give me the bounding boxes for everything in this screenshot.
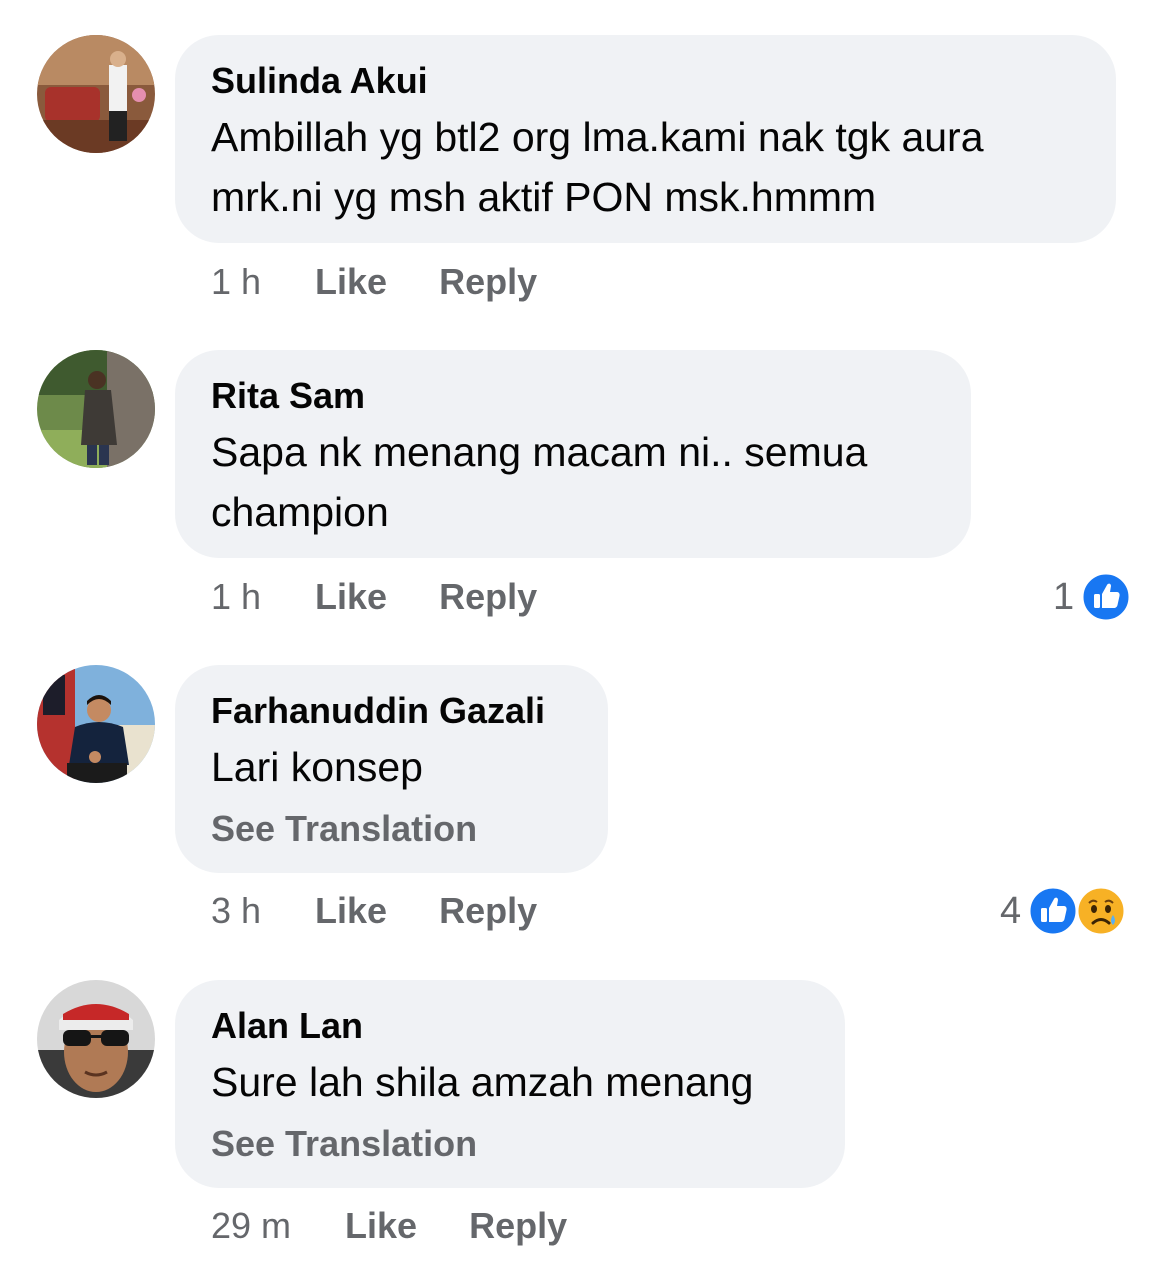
comment-text: Ambillah yg btl2 org lma.kami nak tgk au… xyxy=(211,107,1080,227)
comment-author[interactable]: Sulinda Akui xyxy=(211,59,1080,103)
comment-text-line: mrk.ni yg msh aktif PON msk.hmmm xyxy=(211,174,877,220)
comment-bubble: Sulinda Akui Ambillah yg btl2 org lma.ka… xyxy=(175,35,1116,243)
comment-text-line: Ambillah yg btl2 org lma.kami nak tgk au… xyxy=(211,114,984,160)
like-button[interactable]: Like xyxy=(315,261,387,303)
avatar[interactable] xyxy=(37,35,155,153)
reaction-summary[interactable]: 4 xyxy=(1000,883,1127,939)
comment-actions: 3 h Like Reply xyxy=(211,886,537,936)
avatar[interactable] xyxy=(37,665,155,783)
like-button[interactable]: Like xyxy=(315,576,387,618)
see-translation-link[interactable]: See Translation xyxy=(211,807,572,851)
comment-actions: 1 h Like Reply xyxy=(211,257,537,307)
like-button[interactable]: Like xyxy=(315,890,387,932)
like-button[interactable]: Like xyxy=(345,1205,417,1247)
comment-author[interactable]: Alan Lan xyxy=(211,1004,809,1048)
like-icon xyxy=(1080,571,1132,623)
comment-text: Sapa nk menang macam ni.. semua champion xyxy=(211,422,935,542)
comment-author[interactable]: Rita Sam xyxy=(211,374,935,418)
comment-timestamp[interactable]: 1 h xyxy=(211,576,261,618)
comment-text: Lari konsep xyxy=(211,737,572,797)
reaction-summary[interactable]: 1 xyxy=(1053,569,1132,625)
avatar[interactable] xyxy=(37,980,155,1098)
see-translation-link[interactable]: See Translation xyxy=(211,1122,809,1166)
comment-text-line: Sapa nk menang macam ni.. semua xyxy=(211,429,868,475)
reaction-count: 1 xyxy=(1053,575,1075,618)
comment-actions: 1 h Like Reply xyxy=(211,572,537,622)
reply-button[interactable]: Reply xyxy=(439,576,537,618)
comment-timestamp[interactable]: 1 h xyxy=(211,261,261,303)
comment-bubble: Alan Lan Sure lah shila amzah menang See… xyxy=(175,980,845,1188)
reaction-count: 4 xyxy=(1000,889,1022,932)
comment-timestamp[interactable]: 29 m xyxy=(211,1205,291,1247)
comment-text-line: Lari konsep xyxy=(211,744,423,790)
comment-text: Sure lah shila amzah menang xyxy=(211,1052,809,1112)
comment-actions: 29 m Like Reply xyxy=(211,1201,567,1251)
comment-text-line: Sure lah shila amzah menang xyxy=(211,1059,754,1105)
comment-author[interactable]: Farhanuddin Gazali xyxy=(211,689,572,733)
comment-bubble: Rita Sam Sapa nk menang macam ni.. semua… xyxy=(175,350,971,558)
like-icon xyxy=(1027,885,1079,937)
reply-button[interactable]: Reply xyxy=(439,890,537,932)
sad-icon xyxy=(1075,885,1127,937)
comment-text-line: champion xyxy=(211,489,389,535)
reply-button[interactable]: Reply xyxy=(439,261,537,303)
reply-button[interactable]: Reply xyxy=(469,1205,567,1247)
comment-timestamp[interactable]: 3 h xyxy=(211,890,261,932)
avatar[interactable] xyxy=(37,350,155,468)
comment-bubble: Farhanuddin Gazali Lari konsep See Trans… xyxy=(175,665,608,873)
